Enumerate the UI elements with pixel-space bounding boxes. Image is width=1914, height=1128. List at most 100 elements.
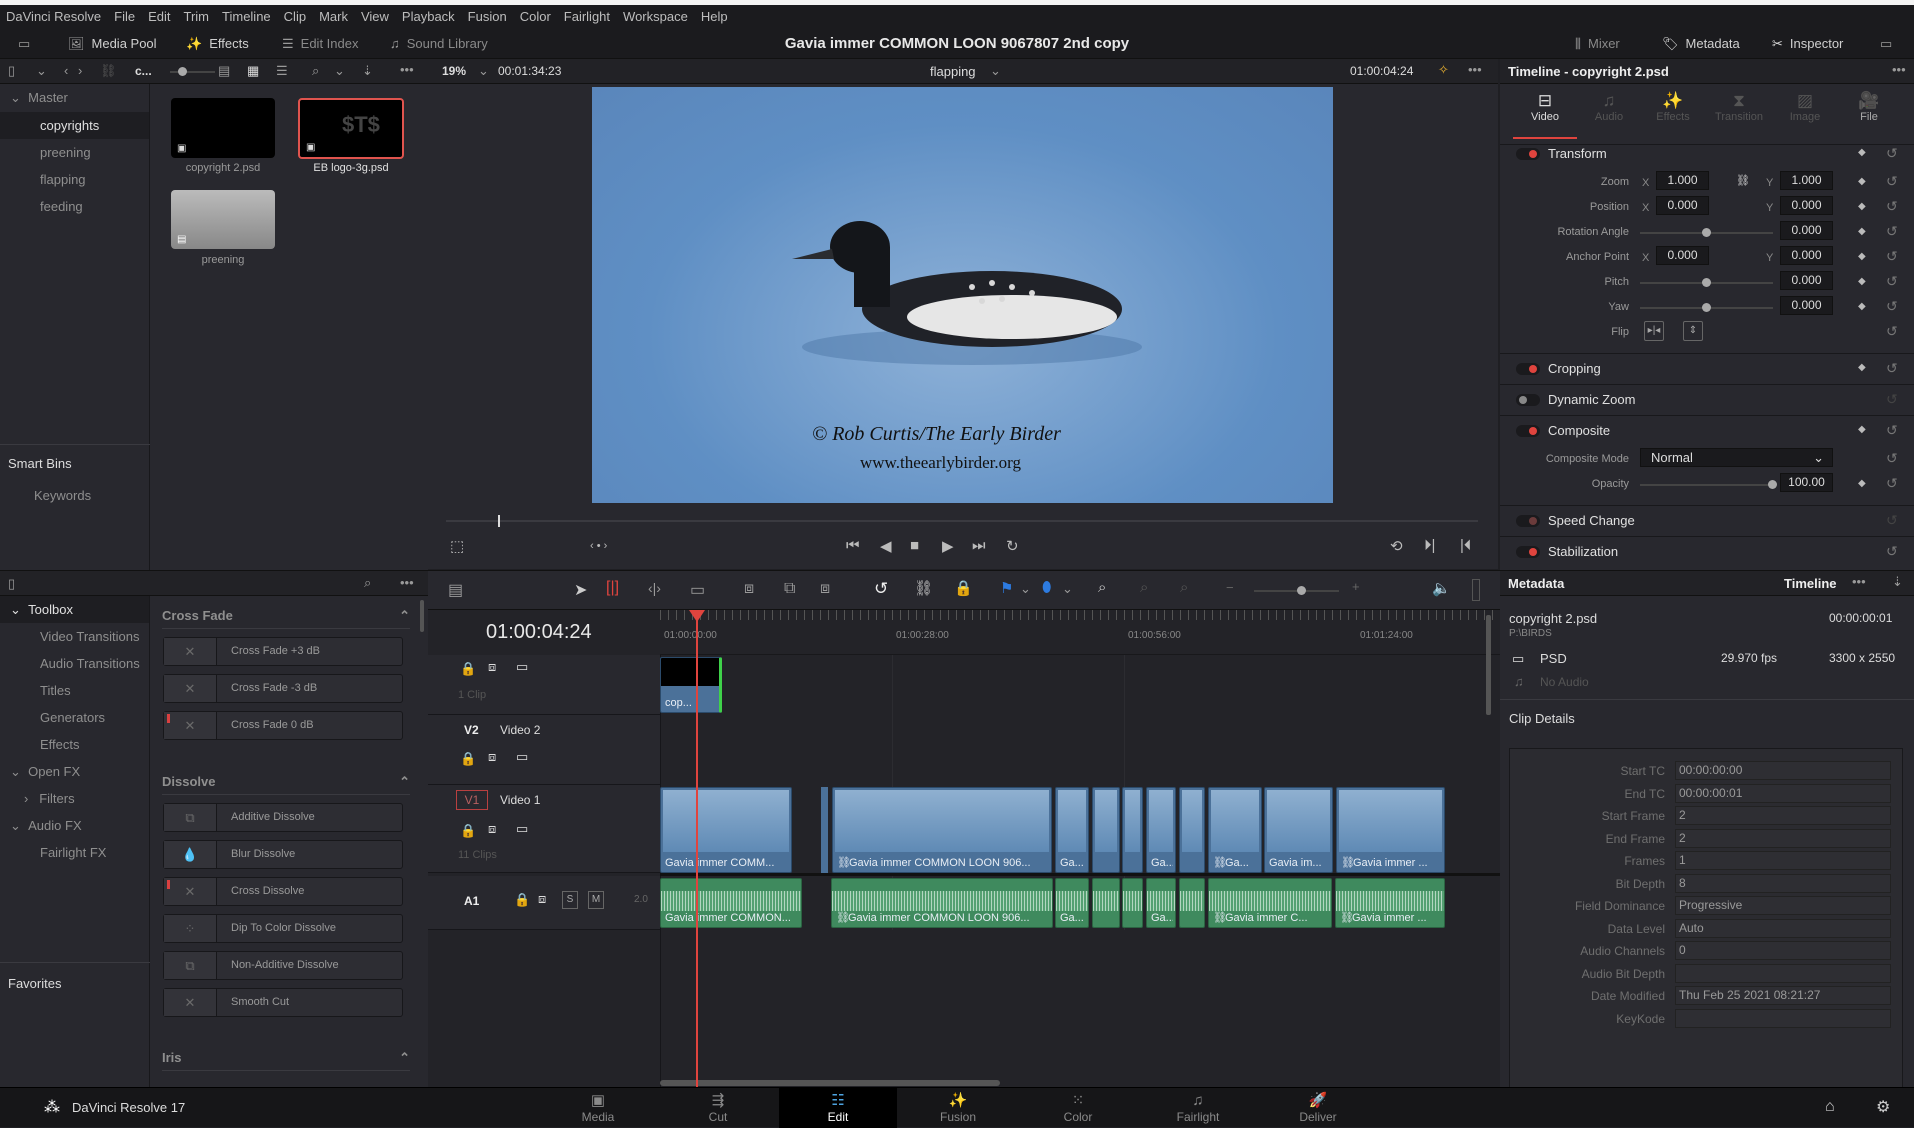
linked-selection-icon[interactable]: ⛓: [914, 579, 933, 597]
timeline-clip-audio[interactable]: [1179, 878, 1205, 928]
scrubber-handle[interactable]: [498, 515, 500, 527]
timeline-ruler[interactable]: 01:00:00:00 01:00:28:00 01:00:56:00 01:0…: [660, 610, 1500, 655]
marker-icon[interactable]: ⬮: [1042, 579, 1051, 596]
track-name[interactable]: Video 2: [500, 723, 540, 737]
section-speed-change[interactable]: Speed Change ↺: [1500, 505, 1914, 535]
section-transform[interactable]: Transform ◆ ↺: [1500, 139, 1914, 169]
timeline-clip-video[interactable]: Ga...: [1146, 787, 1176, 873]
auto-select-icon[interactable]: ⧈: [488, 659, 496, 675]
clip-thumbnail-copyright[interactable]: ▣: [171, 98, 275, 158]
page-edit[interactable]: ☷ Edit: [779, 1088, 897, 1128]
section-iris[interactable]: Iris ⌃: [162, 1045, 410, 1071]
timeline-zoom-slider[interactable]: [1254, 586, 1339, 595]
more-icon[interactable]: •••: [1468, 62, 1482, 77]
sort-icon[interactable]: ⇣: [362, 63, 373, 79]
thumbnail-size-slider[interactable]: [170, 67, 215, 76]
bin-feeding[interactable]: feeding: [0, 193, 149, 220]
sort-icon[interactable]: ⇣: [1892, 574, 1903, 590]
tab-image[interactable]: ▨ Image: [1773, 91, 1837, 123]
tree-fairlight-fx[interactable]: Fairlight FX: [0, 839, 149, 866]
field-value[interactable]: 8: [1675, 873, 1891, 893]
reset-icon[interactable]: ↺: [1886, 391, 1898, 408]
keyframe-icon[interactable]: ◆: [1858, 226, 1866, 237]
reset-icon[interactable]: ↺: [1886, 475, 1898, 492]
keyframe-icon[interactable]: ◆: [1858, 276, 1866, 287]
effect-smooth-cut[interactable]: ✕ Smooth Cut: [163, 988, 403, 1017]
yaw-input[interactable]: 0.000: [1780, 296, 1833, 315]
timeline-clip-video[interactable]: Gavia im...: [1264, 787, 1333, 873]
section-composite[interactable]: Composite ◆ ↺: [1500, 415, 1914, 445]
track-name[interactable]: Video 1: [500, 793, 540, 807]
selection-tool-icon[interactable]: ➤: [574, 580, 587, 600]
more-icon[interactable]: •••: [1852, 574, 1866, 589]
toggle-ui-right-button[interactable]: ▭: [1880, 28, 1892, 59]
field-value[interactable]: 2: [1675, 806, 1891, 825]
sidebar-toggle-icon[interactable]: ▯: [8, 63, 15, 79]
chevron-down-icon[interactable]: ⌄: [334, 63, 345, 79]
timeline-clip-video[interactable]: Gavia immer COMM...: [660, 787, 792, 873]
skip-end-icon[interactable]: ⏭: [972, 537, 986, 554]
tree-generators[interactable]: Generators: [0, 704, 149, 731]
auto-select-icon[interactable]: ⧈: [488, 749, 496, 765]
field-value[interactable]: [1675, 963, 1891, 983]
opacity-input[interactable]: 100.00: [1780, 473, 1833, 492]
anchor-x-input[interactable]: 0.000: [1656, 246, 1709, 265]
reverse-play-icon[interactable]: ◀: [880, 537, 892, 555]
snapping-icon[interactable]: ↺: [874, 579, 888, 599]
field-value[interactable]: 2: [1675, 828, 1891, 848]
menu-fusion[interactable]: Fusion: [468, 9, 507, 24]
track-enable-icon[interactable]: ▭: [516, 821, 528, 837]
menu-playback[interactable]: Playback: [402, 9, 455, 24]
playhead-handle[interactable]: [689, 610, 705, 622]
field-value[interactable]: 00:00:00:01: [1675, 783, 1891, 803]
clip-thumbnail-eb-logo[interactable]: $T$ ▣: [298, 98, 404, 159]
sound-library-button[interactable]: ♫ Sound Library: [390, 28, 488, 59]
next-edit-icon[interactable]: ⏵|: [1424, 537, 1435, 554]
solo-button[interactable]: S: [562, 891, 578, 909]
metadata-mode[interactable]: Timeline: [1784, 576, 1837, 591]
tree-audio-transitions[interactable]: Audio Transitions: [0, 650, 149, 677]
reset-icon[interactable]: ↺: [1886, 198, 1898, 215]
viewer-options-icon[interactable]: ⬚: [450, 537, 464, 555]
prev-edit-icon[interactable]: |⏴: [1460, 537, 1471, 554]
clip-sliver[interactable]: [821, 787, 828, 873]
toggle[interactable]: [1516, 546, 1540, 558]
yaw-slider[interactable]: [1640, 303, 1773, 312]
toggle[interactable]: [1516, 425, 1540, 437]
timeline-clip-audio[interactable]: [1122, 878, 1143, 928]
keyframe-icon[interactable]: ◆: [1858, 176, 1866, 187]
reset-icon[interactable]: ↺: [1886, 145, 1898, 162]
timeline-clip-audio[interactable]: ⛓ Gavia immer COMMON LOON 906...: [831, 878, 1053, 928]
chevron-down-icon[interactable]: ⌄: [478, 63, 489, 79]
jog-control[interactable]: ‹ • ›: [590, 540, 607, 552]
menu-help[interactable]: Help: [701, 9, 728, 24]
position-x-input[interactable]: 0.000: [1656, 196, 1709, 215]
more-icon[interactable]: •••: [400, 62, 414, 77]
reset-icon[interactable]: ↺: [1886, 298, 1898, 315]
menu-mark[interactable]: Mark: [319, 9, 348, 24]
mute-button[interactable]: M: [588, 891, 604, 909]
tree-audio-fx[interactable]: ⌄ Audio FX: [0, 812, 149, 839]
dynamic-trim-icon[interactable]: ‹|›: [648, 580, 661, 596]
trim-tool-icon[interactable]: [|]: [606, 579, 619, 597]
effect-cross-fade-plus3[interactable]: ✕ Cross Fade +3 dB: [163, 637, 403, 666]
anchor-y-input[interactable]: 0.000: [1780, 246, 1833, 265]
menu-view[interactable]: View: [361, 9, 389, 24]
effect-dip-to-color[interactable]: ⁘ Dip To Color Dissolve: [163, 914, 403, 943]
replace-clip-icon[interactable]: ⧈: [820, 580, 830, 598]
tab-video[interactable]: ⊟ Video: [1513, 91, 1577, 139]
gear-icon[interactable]: ⚙: [1876, 1097, 1890, 1117]
rotation-slider[interactable]: [1640, 228, 1773, 237]
section-stabilization[interactable]: Stabilization ↺: [1500, 536, 1914, 566]
effects-button[interactable]: ✨ Effects: [186, 28, 249, 59]
field-value[interactable]: Progressive: [1675, 896, 1891, 915]
menu-workspace[interactable]: Workspace: [623, 9, 688, 24]
field-value[interactable]: 1: [1675, 851, 1891, 870]
tab-audio[interactable]: ♫ Audio: [1577, 91, 1641, 123]
bin-preening[interactable]: preening: [0, 139, 149, 166]
clip-thumbnail-preening[interactable]: ▤: [171, 190, 275, 249]
keyframe-icon[interactable]: ◆: [1858, 301, 1866, 312]
lock-icon[interactable]: 🔒: [514, 892, 530, 908]
toggle[interactable]: [1516, 394, 1540, 406]
toggle[interactable]: [1516, 148, 1540, 160]
